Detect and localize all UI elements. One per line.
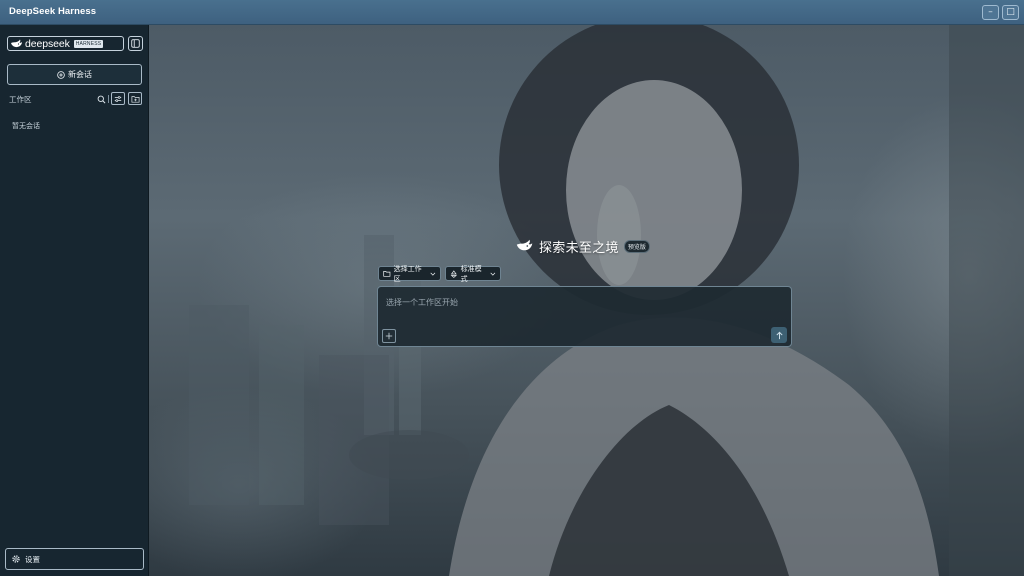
new-chat-label: 新会话 (68, 70, 92, 79)
whale-icon (516, 239, 533, 251)
mode-select-button[interactable]: 标准模式 (445, 264, 501, 283)
workspace-search-button[interactable] (94, 92, 108, 106)
empty-sessions-text: 暂无会话 (12, 122, 40, 130)
whale-icon (11, 39, 22, 47)
brand-tag: HARNESS (73, 39, 104, 48)
settings-button[interactable]: 设置 (5, 548, 144, 570)
workspace-label: 工作区 (9, 95, 32, 104)
folder-plus-icon (131, 95, 139, 103)
settings-label: 设置 (25, 554, 40, 564)
workspace-header: 工作区 (9, 92, 143, 106)
workspace-select-button[interactable]: 选择工作区 (378, 264, 441, 283)
workspace-select-label: 选择工作区 (393, 264, 422, 283)
attach-button[interactable] (382, 329, 396, 343)
sidebar: deepseek HARNESS 新会话 工作区 暂无会话 设置 (0, 25, 149, 576)
send-button[interactable] (771, 327, 787, 343)
maximize-button[interactable]: □ (1002, 5, 1019, 20)
maximize-icon: □ (1006, 7, 1015, 17)
minimize-icon: – (988, 7, 993, 17)
plus-icon (385, 332, 393, 340)
message-composer (377, 286, 792, 347)
hero-title-group: 探索未至之境 预览版 (515, 237, 650, 256)
sliders-icon (114, 95, 122, 102)
chevron-down-icon (490, 272, 496, 276)
search-icon (97, 95, 105, 103)
divider (108, 95, 109, 103)
new-chat-button[interactable]: 新会话 (7, 64, 142, 85)
workspace-filter-button[interactable] (111, 92, 125, 105)
gear-icon (12, 555, 20, 563)
prompt-input[interactable] (386, 295, 766, 309)
add-workspace-button[interactable] (128, 92, 142, 105)
sidebar-toggle-icon (131, 39, 140, 48)
plus-circle-icon (57, 70, 65, 79)
hero-title: 探索未至之境 (539, 240, 619, 256)
title-bar: DeepSeek Harness – □ (0, 0, 1024, 25)
preview-badge: 预览版 (623, 239, 650, 253)
folder-icon (383, 271, 391, 277)
mode-select-label: 标准模式 (460, 264, 482, 283)
recycle-icon (450, 269, 458, 278)
chevron-down-icon (430, 272, 436, 276)
sidebar-toggle-button[interactable] (128, 36, 143, 51)
app-title: DeepSeek Harness (9, 6, 97, 17)
arrow-up-icon (775, 331, 783, 339)
minimize-button[interactable]: – (982, 5, 999, 20)
brand-logo: deepseek HARNESS (7, 36, 124, 51)
brand-name: deepseek (25, 37, 70, 50)
